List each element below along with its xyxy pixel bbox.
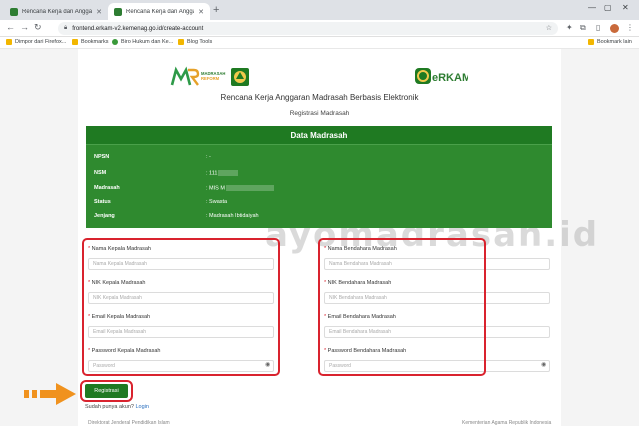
- close-tab-icon[interactable]: ✕: [198, 8, 204, 16]
- logo-text: REFORM: [201, 76, 220, 81]
- site-favicon-icon: [112, 39, 118, 45]
- bookmark-label: Bookmark lain: [597, 39, 632, 45]
- login-prompt-text: Sudah punya akun?: [85, 404, 134, 410]
- login-prompt: Sudah punya akun? Login: [85, 404, 149, 410]
- bookmark-item[interactable]: Bookmarks: [72, 39, 109, 45]
- page-title: Rencana Kerja Anggaran Madrasah Berbasis…: [220, 93, 419, 102]
- info-label-npsn: NPSN: [94, 154, 110, 160]
- info-value-jenjang: : Madrasah Ibtidaiyah: [206, 213, 259, 219]
- site-favicon-icon: [114, 7, 122, 16]
- redaction-blur: [225, 185, 274, 191]
- arrow-pointer-icon: [24, 383, 76, 405]
- logo-text: eRKAM: [432, 72, 468, 84]
- info-label-madrasah: Madrasah: [94, 185, 120, 191]
- folder-icon: [72, 39, 78, 45]
- other-bookmarks[interactable]: Bookmark lain: [588, 39, 632, 45]
- close-tab-icon[interactable]: ✕: [96, 8, 102, 16]
- folder-icon: [6, 39, 12, 45]
- highlight-kepala-fields: [82, 238, 280, 376]
- footer-right-text: Kementerian Agama Republik Indonesia: [462, 420, 552, 426]
- browser-tab-2[interactable]: Rencana Kerja dan Anggaran Ma... ✕: [108, 3, 210, 20]
- info-value-madrasah-row: : MIS M: [206, 185, 274, 191]
- info-label-status: Status: [94, 199, 111, 205]
- forward-icon[interactable]: →: [20, 22, 29, 32]
- login-link[interactable]: Login: [135, 404, 148, 410]
- bookmark-label: Biro Hukum dan Ke...: [121, 39, 174, 45]
- tab-title: Rencana Kerja dan Anggaran M...: [22, 8, 93, 15]
- url-text: frontend.erkam-v2.kemenag.go.id/create-a…: [72, 25, 204, 32]
- tab-title: Rencana Kerja dan Anggaran Ma...: [126, 8, 194, 15]
- footer-left-text: Direktorat Jenderal Pendidikan Islam: [88, 420, 170, 426]
- folder-icon: [588, 39, 594, 45]
- info-value-madrasah: : MIS M: [206, 185, 225, 192]
- browser-toolbar: ← → ↻ 🔒︎ frontend.erkam-v2.kemenag.go.id…: [0, 20, 639, 37]
- profile-avatar[interactable]: [610, 24, 619, 33]
- info-value-npsn: : -: [206, 154, 211, 160]
- minimize-icon[interactable]: —: [588, 3, 596, 12]
- browser-tab-bar: Rencana Kerja dan Anggaran M... ✕ Rencan…: [0, 0, 639, 20]
- menu-kebab-icon[interactable]: ⋮: [626, 23, 634, 32]
- bookmark-item[interactable]: Blog Tools: [178, 39, 212, 45]
- panel-heading: Data Madrasah: [86, 126, 552, 145]
- bookmark-label: Dimpor dari Firefox...: [15, 39, 67, 45]
- sidebar-icon[interactable]: ▯: [596, 23, 600, 32]
- redaction-blur: [218, 170, 239, 176]
- bookmark-label: Blog Tools: [187, 39, 213, 45]
- data-madrasah-panel: Data Madrasah NPSN : - NSM : 111 Madrasa…: [86, 126, 552, 228]
- info-value-nsm: : 111: [206, 170, 218, 177]
- extensions-icon[interactable]: ✦: [566, 23, 573, 32]
- erkam-logo: eRKAM: [415, 68, 468, 84]
- lock-icon: 🔒︎: [64, 25, 68, 31]
- address-bar[interactable]: 🔒︎ frontend.erkam-v2.kemenag.go.id/creat…: [58, 22, 558, 35]
- bookmark-star-icon[interactable]: ☆: [546, 24, 552, 32]
- show-password-icon[interactable]: ◉: [541, 361, 546, 368]
- site-favicon-icon: [10, 7, 18, 16]
- highlight-register-button: [80, 380, 133, 402]
- info-label-jenjang: Jenjang: [94, 213, 115, 219]
- folder-icon: [178, 39, 184, 45]
- bookmark-item[interactable]: Dimpor dari Firefox...: [6, 39, 66, 45]
- bookmarks-bar: Dimpor dari Firefox... Bookmarks Biro Hu…: [0, 37, 639, 49]
- info-label-nsm: NSM: [94, 170, 107, 176]
- new-tab-button[interactable]: +: [213, 4, 219, 16]
- page-subtitle: Registrasi Madrasah: [289, 110, 350, 117]
- maximize-icon[interactable]: ▢: [604, 3, 612, 12]
- back-icon[interactable]: ←: [6, 22, 15, 32]
- bookmark-item[interactable]: Biro Hukum dan Ke...: [112, 39, 173, 45]
- extension-puzzle-icon[interactable]: ⧉: [580, 23, 586, 33]
- madrasah-reform-logo: MADRASAH REFORM: [170, 66, 249, 86]
- info-value-nsm-row: : 111: [206, 170, 239, 177]
- reload-icon[interactable]: ↻: [34, 22, 42, 33]
- info-value-status: : Swasta: [206, 199, 228, 205]
- browser-tab-1[interactable]: Rencana Kerja dan Anggaran M... ✕: [4, 3, 108, 20]
- highlight-bendahara-fields: [318, 238, 486, 376]
- close-window-icon[interactable]: ✕: [622, 3, 629, 12]
- bookmark-label: Bookmarks: [81, 39, 109, 45]
